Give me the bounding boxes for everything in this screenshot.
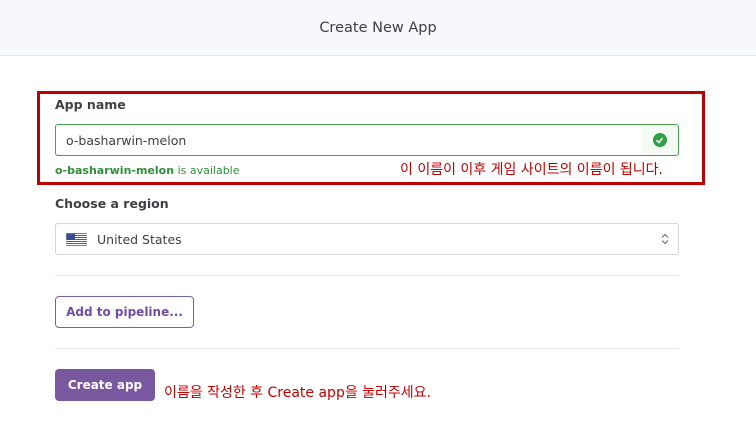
section-divider <box>55 348 679 349</box>
region-select[interactable]: United States <box>55 223 679 255</box>
availability-message: o-basharwin-melon is available <box>55 164 240 177</box>
name-annotation-note: 이 이름이 이후 게임 사이트의 이름이 됩니다. <box>400 162 663 178</box>
availability-app-name: o-basharwin-melon <box>55 164 175 177</box>
chevron-updown-icon <box>661 233 669 245</box>
section-divider <box>55 275 679 276</box>
region-selected-value: United States <box>97 231 182 247</box>
check-circle-icon <box>652 133 667 147</box>
page-title: Create New App <box>319 19 437 36</box>
create-annotation-note: 이름을 작성한 후 Create app을 눌러주세요. <box>164 385 432 401</box>
page-header: Create New App <box>0 0 756 56</box>
checkmark-icon <box>655 137 664 143</box>
app-name-status <box>641 124 679 156</box>
us-flag-icon <box>66 232 87 246</box>
add-to-pipeline-button[interactable]: Add to pipeline... <box>55 296 194 328</box>
app-name-input[interactable] <box>55 124 642 156</box>
app-name-label: App name <box>55 97 126 112</box>
availability-suffix: is available <box>177 164 240 177</box>
region-label: Choose a region <box>55 196 169 211</box>
create-app-button[interactable]: Create app <box>55 369 155 401</box>
